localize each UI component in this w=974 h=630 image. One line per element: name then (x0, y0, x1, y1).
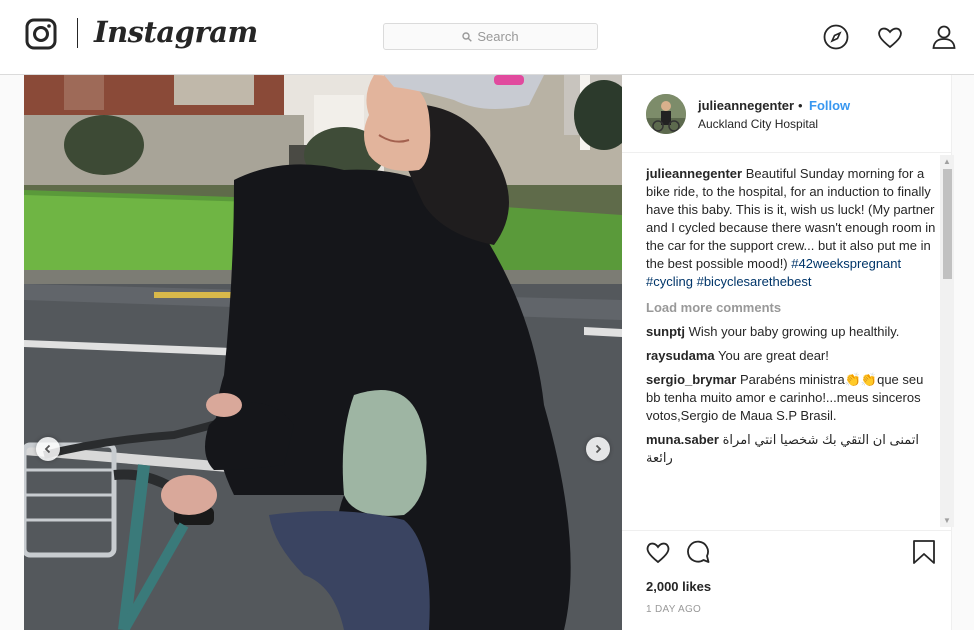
scroll-down-icon[interactable]: ▼ (943, 516, 951, 525)
post-actions: 2,000 likes 1 DAY AGO (622, 530, 952, 630)
search-input[interactable]: Search (383, 23, 598, 50)
comments-scrollbar[interactable]: ▲ ▼ (940, 155, 954, 527)
chevron-left-icon (44, 444, 51, 454)
post-location[interactable]: Auckland City Hospital (698, 117, 818, 131)
hashtag[interactable]: #42weekspregnant (791, 256, 901, 271)
previous-photo-button[interactable] (36, 437, 60, 461)
bookmark-icon[interactable] (911, 539, 937, 565)
post-header: julieannegenter • Follow Auckland City H… (622, 75, 952, 153)
caption: julieannegenter Beautiful Sunday morning… (646, 165, 936, 291)
comment-username[interactable]: muna.saber (646, 432, 719, 447)
instagram-wordmark[interactable]: Instagram (94, 15, 258, 49)
follow-button[interactable]: Follow (809, 98, 850, 113)
avatar-image (646, 94, 686, 134)
comment-item: muna.saber اتمنى ان التقي بك شخصيا انتي … (646, 431, 936, 467)
like-heart-icon[interactable] (645, 539, 671, 565)
search-placeholder: Search (477, 29, 519, 44)
user-icon[interactable] (930, 23, 958, 51)
separator-dot: • (798, 98, 803, 113)
search-icon (462, 31, 473, 42)
avatar[interactable] (646, 94, 686, 134)
comment-username[interactable]: raysudama (646, 348, 715, 363)
caption-username[interactable]: julieannegenter (646, 166, 742, 181)
post-timestamp[interactable]: 1 DAY AGO (646, 604, 701, 615)
comment-item: raysudama You are great dear! (646, 347, 936, 365)
comment-item: sunptj Wish your baby growing up healthi… (646, 323, 936, 341)
hashtag[interactable]: #cycling (646, 274, 693, 289)
post-photo[interactable] (24, 75, 622, 630)
comment-username[interactable]: sunptj (646, 324, 685, 339)
heart-icon[interactable] (876, 23, 904, 51)
post-username[interactable]: julieannegenter (698, 98, 794, 113)
comment-text: You are great dear! (718, 348, 829, 363)
instagram-logo-icon[interactable] (25, 18, 57, 50)
comment-item: sergio_brymar Parabéns ministra👏👏que seu… (646, 371, 936, 425)
compass-icon[interactable] (822, 23, 850, 51)
hashtag[interactable]: #bicyclesarethebest (697, 274, 812, 289)
comment-text: Wish your baby growing up healthily. (688, 324, 900, 339)
likes-count[interactable]: 2,000 likes (646, 579, 711, 594)
chevron-right-icon (595, 444, 602, 454)
scrollbar-thumb[interactable] (943, 169, 952, 279)
scroll-up-icon[interactable]: ▲ (943, 157, 951, 166)
post-side-panel: julieannegenter • Follow Auckland City H… (622, 75, 954, 630)
top-bar: Instagram Search (0, 0, 974, 75)
photo-illustration (24, 75, 622, 630)
comment-username[interactable]: sergio_brymar (646, 372, 736, 387)
load-more-comments-button[interactable]: Load more comments (646, 299, 936, 317)
logo-divider (77, 18, 78, 48)
comment-icon[interactable] (685, 539, 711, 565)
next-photo-button[interactable] (586, 437, 610, 461)
